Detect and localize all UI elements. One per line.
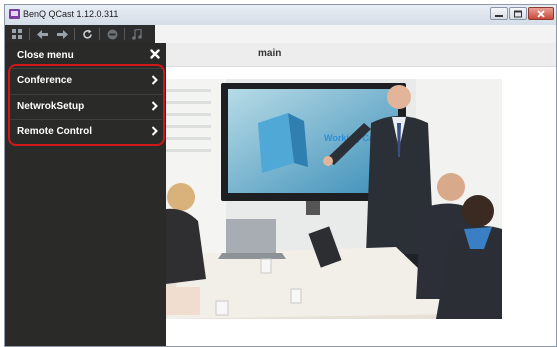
forward-button[interactable] xyxy=(54,27,70,41)
toolbar-separator xyxy=(99,28,100,40)
minimize-icon xyxy=(495,14,503,17)
music-icon xyxy=(132,28,142,40)
close-window-button[interactable] xyxy=(528,7,554,20)
side-menu: Close menu Conference NetwrokSetup Remot… xyxy=(5,43,166,346)
title-bar[interactable]: BenQ QCast 1.12.0.311 xyxy=(5,5,556,25)
main-header: main xyxy=(166,43,556,67)
refresh-button[interactable] xyxy=(79,27,95,41)
menu-highlight-annotation xyxy=(8,64,165,146)
minimize-button[interactable] xyxy=(490,7,508,20)
maximize-button[interactable] xyxy=(509,7,527,20)
benq-qcast-icon xyxy=(9,9,20,19)
back-arrow-icon xyxy=(36,29,48,39)
stop-icon xyxy=(107,29,117,39)
maximize-icon xyxy=(514,10,522,17)
close-menu-label: Close menu xyxy=(17,50,74,61)
app-window: BenQ QCast 1.12.0.311 Close menu Confere… xyxy=(4,4,557,347)
refresh-icon xyxy=(82,29,92,39)
close-x-icon[interactable] xyxy=(150,49,160,59)
main-content: Working Capital xyxy=(166,67,556,346)
toolbar-separator xyxy=(124,28,125,40)
stop-button[interactable] xyxy=(104,27,120,41)
music-button[interactable] xyxy=(129,27,145,41)
page-title: main xyxy=(258,48,282,59)
grid-button[interactable] xyxy=(9,27,25,41)
forward-arrow-icon xyxy=(56,29,68,39)
close-icon xyxy=(537,9,545,18)
back-button[interactable] xyxy=(34,27,50,41)
toolbar-separator xyxy=(74,28,75,40)
window-title: BenQ QCast 1.12.0.311 xyxy=(23,9,119,19)
grid-icon xyxy=(12,29,22,39)
toolbar-separator xyxy=(29,28,30,40)
toolbar xyxy=(5,25,155,43)
meeting-photo: Working Capital xyxy=(166,79,502,319)
